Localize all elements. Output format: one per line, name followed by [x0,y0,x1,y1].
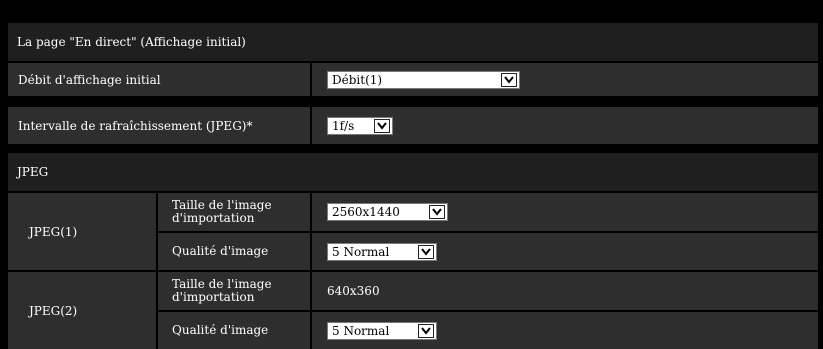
initial-display-stream-label: Débit d'affichage initial [8,63,310,96]
refresh-interval-select[interactable]: 1f/s [327,116,393,135]
jpeg1-capture-size-cell: 2560x1440 [312,193,818,231]
jpeg1-image-quality-cell: 5 Normal [312,233,818,270]
chevron-down-icon [418,323,434,338]
live-page-section-title: La page "En direct" (Affichage initial) [17,35,246,49]
jpeg1-capture-size-label: Taille de l'image d'importation [158,193,310,231]
initial-display-stream-select[interactable]: Débit(1) [327,70,520,89]
refresh-interval-cell: 1f/s [312,107,818,144]
jpeg2-capture-size-value: 640x360 [327,284,380,298]
initial-display-stream-cell: Débit(1) [312,63,818,96]
live-page-section-header: La page "En direct" (Affichage initial) [8,23,818,61]
jpeg2-capture-size-cell: 640x360 [312,272,818,310]
jpeg1-group-label: JPEG(1) [8,193,156,270]
jpeg2-image-quality-label: Qualité d'image [158,312,310,349]
jpeg2-image-quality-select[interactable]: 5 Normal [327,321,437,340]
chevron-down-icon [429,205,445,219]
jpeg2-capture-size-label: Taille de l'image d'importation [158,272,310,310]
jpeg1-capture-size-select[interactable]: 2560x1440 [327,203,448,221]
jpeg2-image-quality-cell: 5 Normal [312,312,818,349]
refresh-interval-label: Intervalle de rafraîchissement (JPEG)* [8,107,310,144]
jpeg1-image-quality-label: Qualité d'image [158,233,310,270]
chevron-down-icon [374,118,390,133]
jpeg-section-header: JPEG [8,153,818,191]
jpeg1-image-quality-select[interactable]: 5 Normal [327,242,437,261]
jpeg-section-title: JPEG [17,165,49,179]
chevron-down-icon [418,244,434,259]
jpeg2-group-label: JPEG(2) [8,272,156,349]
chevron-down-icon [501,72,517,87]
